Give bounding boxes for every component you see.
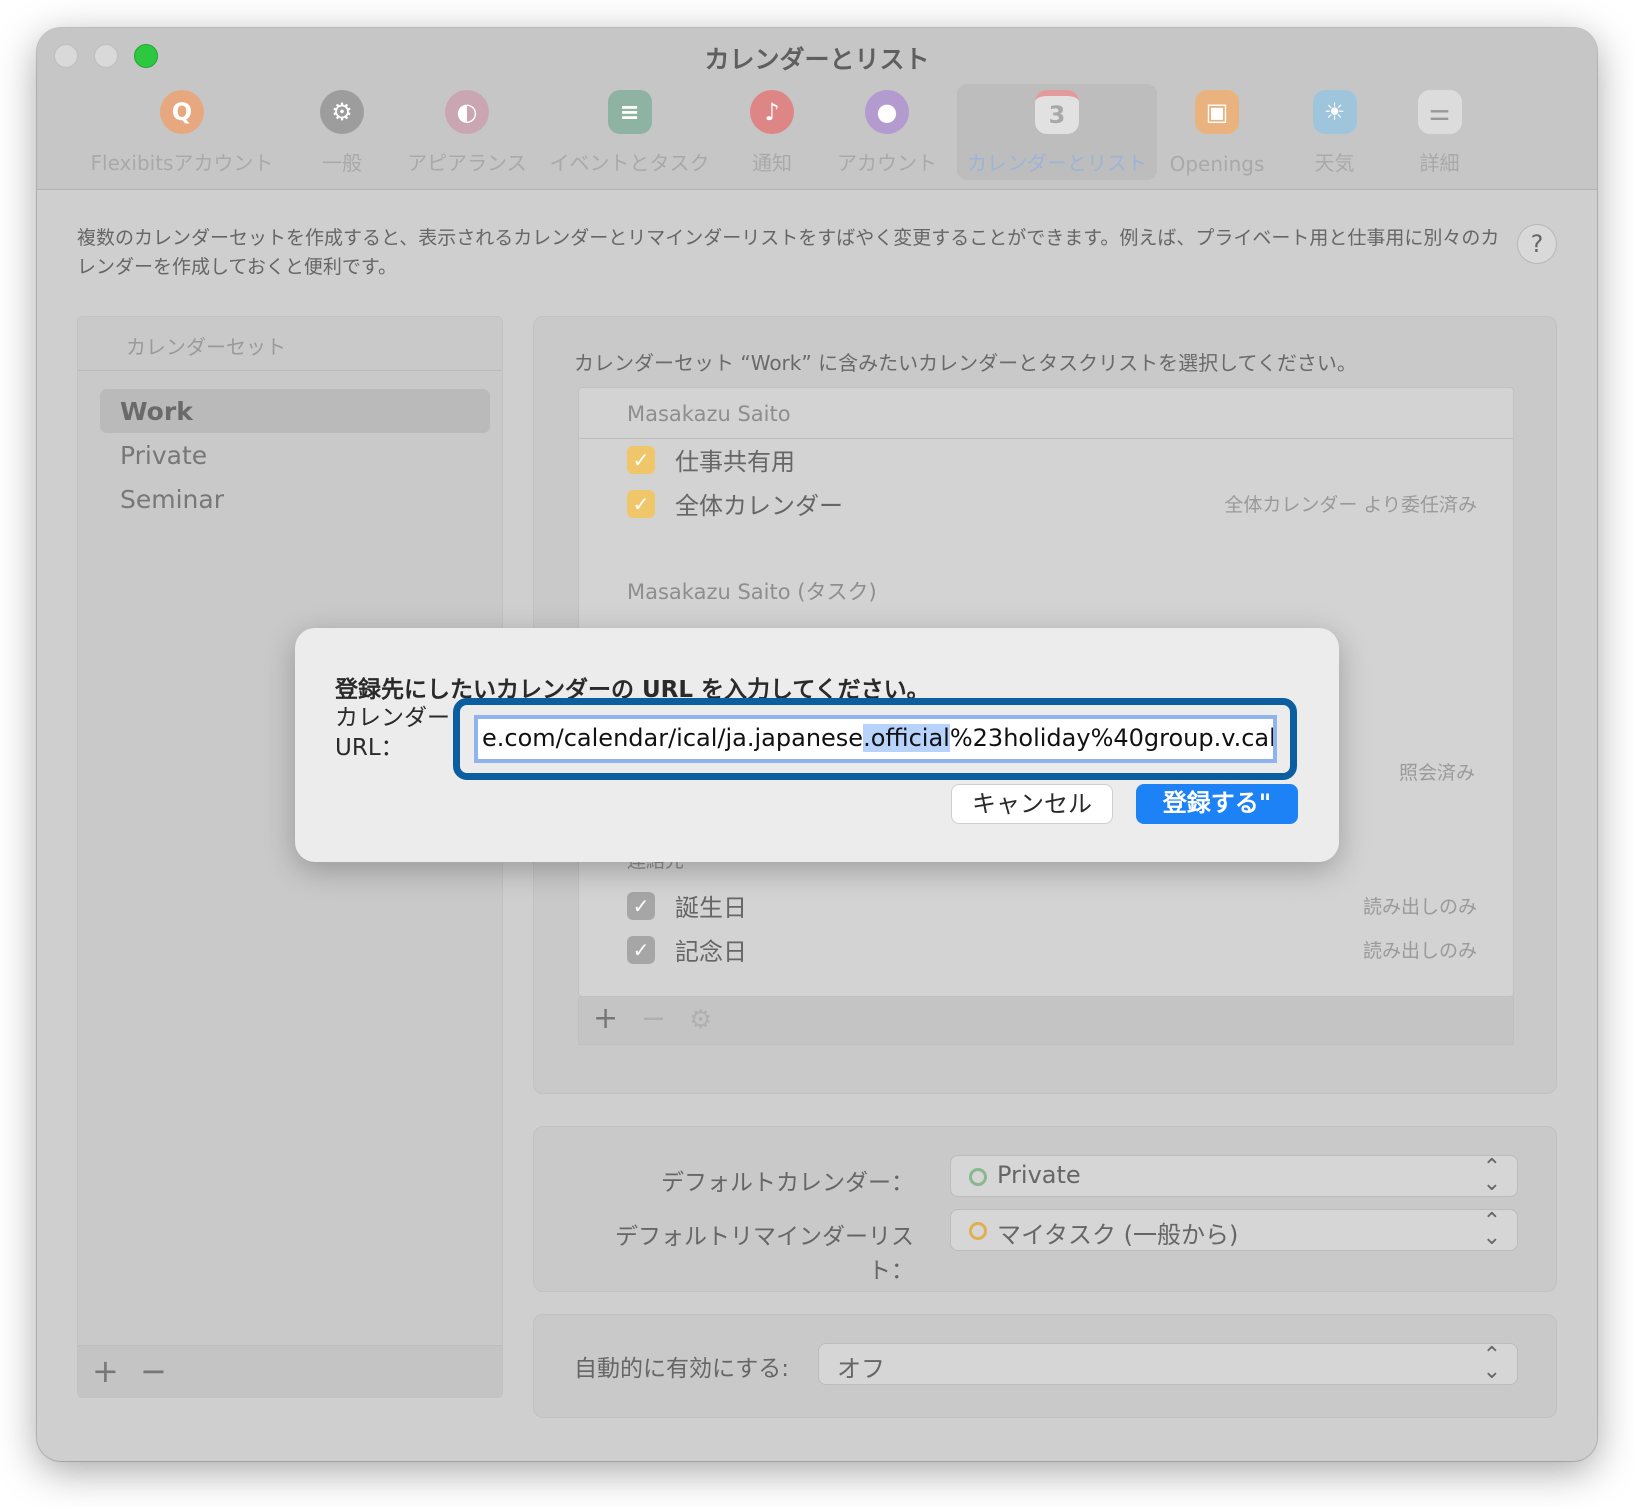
default-reminder-popup[interactable]: マイタスク (一般から) ⌃ ⌄	[950, 1209, 1518, 1251]
calendar-checkbox[interactable]: ✓	[627, 936, 655, 964]
tab-label: 一般	[322, 151, 362, 175]
calendar-name: 記念日	[675, 938, 747, 966]
tab-label: 詳細	[1419, 151, 1460, 175]
calendar-selection-description: カレンダーセット “Work” に含みたいカレンダーとタスクリストを選択してくだ…	[574, 351, 1357, 375]
chevron-updown-icon: ⌃ ⌄	[1482, 1209, 1501, 1250]
tab-calendars-lists[interactable]: 3 カレンダーとリスト	[957, 84, 1157, 180]
auto-enable-popup[interactable]: オフ ⌃ ⌄	[818, 1343, 1518, 1385]
calendar-name: 全体カレンダー	[675, 492, 843, 520]
auto-enable-panel: 自動的に有効にする: オフ ⌃ ⌄	[533, 1314, 1557, 1418]
tab-label: カレンダーとリスト	[967, 151, 1147, 175]
popup-value: マイタスク (一般から)	[997, 1221, 1239, 1249]
calendar-icon: 3	[1035, 90, 1079, 134]
openings-icon: ▣	[1195, 90, 1239, 134]
url-label-line1: カレンダー	[335, 705, 450, 731]
tab-label: 通知	[752, 151, 792, 175]
calendar-list-footer: + − ⚙	[578, 997, 1514, 1045]
titlebar: カレンダーとリスト Q Flexibitsアカウント ⚙ 一般 ◐ アピアランス…	[37, 28, 1597, 190]
calendar-row[interactable]: ✓ 全体カレンダー 全体カレンダー より委任済み	[627, 486, 1477, 522]
defaults-panel: デフォルトカレンダー： Private ⌃ ⌄ デフォルトリマインダーリスト： マ…	[533, 1126, 1557, 1292]
tab-label: Flexibitsアカウント	[90, 151, 274, 175]
tab-openings[interactable]: ▣ Openings	[1162, 84, 1272, 180]
bell-icon: ♪	[750, 90, 794, 134]
tab-label: アカウント	[837, 151, 937, 175]
tab-label: 天気	[1314, 151, 1355, 175]
tab-weather[interactable]: ☀ 天気	[1292, 84, 1377, 180]
divider	[579, 438, 1513, 439]
account-header: Masakazu Saito (タスク)	[627, 580, 877, 604]
general-gear-icon: ⚙	[320, 90, 364, 134]
weather-icon: ☀	[1312, 90, 1357, 134]
chevron-updown-icon: ⌃ ⌄	[1482, 1343, 1501, 1384]
subscribe-url-dialog: 登録先にしたいカレンダーの URL を入力してください。 カレンダー URL： …	[295, 628, 1339, 862]
flexibits-account-icon: Q	[160, 90, 204, 134]
calendar-row[interactable]: ✓ 仕事共有用	[627, 442, 1477, 478]
calendar-set-seminar[interactable]: Seminar	[100, 477, 490, 521]
calendar-note: 読み出しのみ	[1362, 940, 1477, 962]
events-tasks-icon: ≡	[607, 90, 652, 134]
calendar-sets-header: カレンダーセット	[78, 317, 502, 371]
popup-value: オフ	[837, 1355, 885, 1383]
appearance-icon: ◐	[445, 90, 489, 134]
tab-accounts[interactable]: ● アカウント	[832, 84, 942, 180]
popup-value: Private	[997, 1161, 1081, 1189]
calendar-row[interactable]: ✓ 記念日 読み出しのみ	[627, 932, 1477, 968]
add-set-button[interactable]: +	[92, 1352, 119, 1390]
calendar-sets-description: 複数のカレンダーセットを作成すると、表示されるカレンダーとリマインダーリストをす…	[77, 227, 1500, 278]
gear-icon[interactable]: ⚙	[689, 1005, 712, 1035]
calendar-note: 照会済み	[1398, 762, 1475, 784]
tab-advanced[interactable]: ⚌ 詳細	[1397, 84, 1482, 180]
calendar-note: 読み出しのみ	[1362, 896, 1477, 918]
calendar-set-work[interactable]: Work	[100, 389, 490, 433]
calendar-checkbox[interactable]: ✓	[627, 446, 655, 474]
url-text: e.com/calendar/ical/ja.japanese	[482, 724, 864, 752]
tab-appearance[interactable]: ◐ アピアランス	[402, 84, 532, 180]
calendar-color-dot	[969, 1168, 987, 1186]
calendar-sets-footer: + −	[78, 1345, 502, 1397]
remove-set-button[interactable]: −	[140, 1352, 167, 1390]
cancel-button[interactable]: キャンセル	[951, 784, 1113, 824]
add-calendar-button[interactable]: +	[593, 1001, 618, 1036]
url-text: %23holiday%40group.v.cale	[949, 724, 1277, 752]
calendar-note: 全体カレンダー より委任済み	[1224, 494, 1477, 516]
tab-notifications[interactable]: ♪ 通知	[727, 84, 817, 180]
calendar-name: 仕事共有用	[675, 448, 795, 476]
reminder-color-dot	[969, 1222, 987, 1240]
remove-calendar-button[interactable]: −	[641, 1001, 666, 1036]
default-reminder-label: デフォルトリマインダーリスト：	[615, 1224, 914, 1284]
account-icon: ●	[865, 90, 909, 134]
preferences-toolbar: Q Flexibitsアカウント ⚙ 一般 ◐ アピアランス ≡ イベントとタス…	[37, 84, 1597, 184]
url-selected-text: .official	[863, 724, 950, 752]
calendar-url-input[interactable]: e.com/calendar/ical/ja.japanese.official…	[474, 715, 1277, 763]
default-calendar-label: デフォルトカレンダー：	[661, 1170, 914, 1196]
auto-enable-label: 自動的に有効にする:	[574, 1356, 789, 1382]
default-calendar-popup[interactable]: Private ⌃ ⌄	[950, 1155, 1518, 1197]
window-title: カレンダーとリスト	[704, 45, 930, 74]
tab-label: イベントとタスク	[549, 151, 710, 175]
calendar-row[interactable]: ✓ 誕生日 読み出しのみ	[627, 888, 1477, 924]
tab-flexibits-account[interactable]: Q Flexibitsアカウント	[87, 84, 277, 180]
account-header: Masakazu Saito	[627, 402, 791, 426]
tab-events-tasks[interactable]: ≡ イベントとタスク	[547, 84, 712, 180]
chevron-updown-icon: ⌃ ⌄	[1482, 1155, 1501, 1196]
calendar-checkbox[interactable]: ✓	[627, 490, 655, 518]
calendar-set-private[interactable]: Private	[100, 433, 490, 477]
subscribe-button[interactable]: 登録する"	[1136, 784, 1298, 824]
help-button[interactable]: ?	[1517, 224, 1557, 264]
advanced-icon: ⚌	[1417, 90, 1462, 134]
tab-label: Openings	[1169, 152, 1265, 176]
calendar-name: 誕生日	[675, 894, 747, 922]
url-field-highlight: e.com/calendar/ical/ja.japanese.official…	[453, 698, 1297, 780]
calendar-checkbox[interactable]: ✓	[627, 892, 655, 920]
tab-label: アピアランス	[407, 151, 527, 175]
tab-general[interactable]: ⚙ 一般	[292, 84, 392, 180]
url-label-line2: URL：	[335, 735, 404, 761]
